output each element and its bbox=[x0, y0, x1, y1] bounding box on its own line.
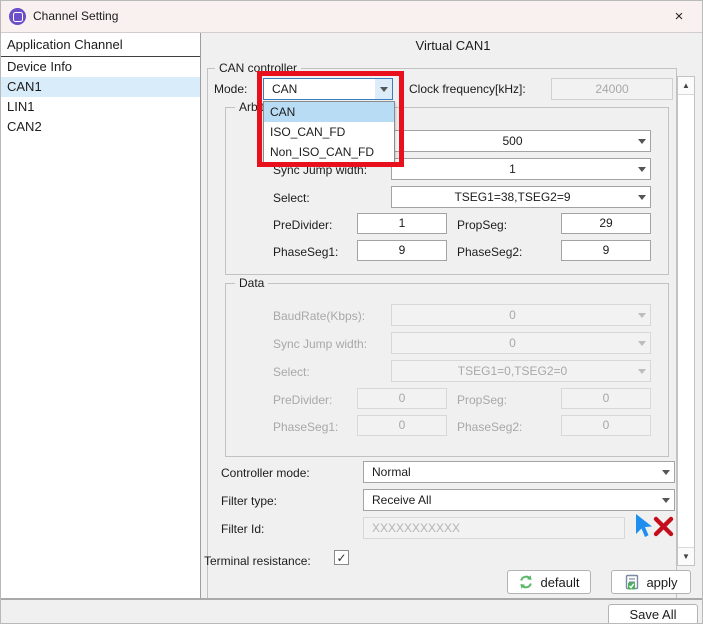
arb-select-combobox[interactable]: TSEG1=38,TSEG2=9 bbox=[391, 186, 651, 208]
app-icon-glyph bbox=[13, 12, 23, 22]
check-icon: ✓ bbox=[336, 551, 346, 565]
default-button[interactable]: default bbox=[507, 570, 591, 594]
panel-title: Virtual CAN1 bbox=[202, 38, 703, 53]
arb-propseg-input[interactable]: 29 bbox=[561, 213, 651, 234]
data-select-combobox: TSEG1=0,TSEG2=0 bbox=[391, 360, 651, 382]
controller-mode-label: Controller mode: bbox=[221, 466, 310, 480]
data-phaseseg1-label: PhaseSeg1: bbox=[273, 420, 338, 434]
arb-baudrate-value: 500 bbox=[392, 134, 633, 148]
data-phaseseg2-input: 0 bbox=[561, 415, 651, 436]
arb-select-label: Select: bbox=[273, 191, 310, 205]
scroll-up-icon[interactable]: ▲ bbox=[678, 77, 694, 95]
channel-sidebar: Application Channel Device Info CAN1 LIN… bbox=[1, 33, 201, 598]
arb-phaseseg1-label: PhaseSeg1: bbox=[273, 245, 338, 259]
mode-option-non-iso-can-fd[interactable]: Non_ISO_CAN_FD bbox=[264, 142, 394, 162]
delete-x-icon[interactable] bbox=[653, 516, 674, 537]
scroll-down-icon[interactable]: ▼ bbox=[678, 547, 694, 565]
filter-id-input[interactable] bbox=[363, 517, 625, 539]
sidebar-item-lin1[interactable]: LIN1 bbox=[1, 97, 200, 117]
footer-divider bbox=[1, 598, 702, 600]
arb-sync-label: Sync Jump width: bbox=[273, 163, 367, 177]
terminal-resistance-label: Terminal resistance: bbox=[204, 554, 311, 568]
cursor-pointer-icon[interactable] bbox=[631, 513, 653, 539]
data-baudrate-value: 0 bbox=[392, 308, 633, 322]
can-controller-group-title: CAN controller bbox=[215, 61, 301, 75]
data-select-label: Select: bbox=[273, 365, 310, 379]
chevron-down-icon[interactable] bbox=[633, 131, 650, 151]
window-title: Channel Setting bbox=[33, 9, 118, 23]
data-predivider-input: 0 bbox=[357, 388, 447, 409]
apply-form-icon bbox=[624, 574, 640, 590]
arb-predivider-label: PreDivider: bbox=[273, 218, 332, 232]
data-propseg-label: PropSeg: bbox=[457, 393, 507, 407]
data-phaseseg1-input: 0 bbox=[357, 415, 447, 436]
refresh-icon bbox=[518, 574, 534, 590]
chevron-down-icon[interactable] bbox=[375, 79, 392, 99]
sidebar-item-can1[interactable]: CAN1 bbox=[1, 77, 200, 97]
arb-select-value: TSEG1=38,TSEG2=9 bbox=[392, 190, 633, 204]
chevron-down-icon bbox=[633, 305, 650, 325]
mode-option-can[interactable]: CAN bbox=[264, 102, 394, 122]
vertical-scrollbar[interactable]: ▲ ▼ bbox=[677, 76, 695, 566]
clock-frequency-field: 24000 bbox=[551, 78, 673, 100]
filter-type-label: Filter type: bbox=[221, 494, 277, 508]
mode-option-iso-can-fd[interactable]: ISO_CAN_FD bbox=[264, 122, 394, 142]
data-sync-combobox: 0 bbox=[391, 332, 651, 354]
title-bar: Channel Setting × bbox=[1, 1, 702, 32]
mode-value: CAN bbox=[264, 82, 375, 96]
chevron-down-icon[interactable] bbox=[657, 462, 674, 482]
apply-button[interactable]: apply bbox=[611, 570, 691, 594]
sidebar-item-device-info[interactable]: Device Info bbox=[1, 57, 200, 77]
data-predivider-label: PreDivider: bbox=[273, 393, 332, 407]
mode-combobox[interactable]: CAN bbox=[263, 78, 393, 100]
data-phaseseg2-label: PhaseSeg2: bbox=[457, 420, 522, 434]
arb-predivider-input[interactable]: 1 bbox=[357, 213, 447, 234]
chevron-down-icon[interactable] bbox=[633, 187, 650, 207]
channel-setting-dialog: Channel Setting × Application Channel De… bbox=[0, 0, 703, 624]
apply-button-label: apply bbox=[646, 575, 677, 590]
arb-phaseseg2-input[interactable]: 9 bbox=[561, 240, 651, 261]
data-sync-value: 0 bbox=[392, 336, 633, 350]
data-select-value: TSEG1=0,TSEG2=0 bbox=[392, 364, 633, 378]
terminal-resistance-checkbox[interactable]: ✓ bbox=[334, 550, 349, 565]
arb-sync-value: 1 bbox=[392, 162, 633, 176]
clock-frequency-value: 24000 bbox=[552, 82, 672, 96]
controller-mode-combobox[interactable]: Normal bbox=[363, 461, 675, 483]
arb-phaseseg1-input[interactable]: 9 bbox=[357, 240, 447, 261]
clock-frequency-label: Clock frequency[kHz]: bbox=[409, 82, 526, 96]
close-icon[interactable]: × bbox=[656, 1, 702, 32]
sidebar-item-can2[interactable]: CAN2 bbox=[1, 117, 200, 137]
arb-phaseseg2-label: PhaseSeg2: bbox=[457, 245, 522, 259]
save-all-button-label: Save All bbox=[630, 607, 677, 622]
filter-id-label: Filter Id: bbox=[221, 522, 264, 536]
filter-type-combobox[interactable]: Receive All bbox=[363, 489, 675, 511]
data-baudrate-label: BaudRate(Kbps): bbox=[273, 309, 365, 323]
save-all-button[interactable]: Save All bbox=[608, 604, 698, 624]
arb-baudrate-combobox[interactable]: 500 bbox=[391, 130, 651, 152]
data-baudrate-combobox: 0 bbox=[391, 304, 651, 326]
app-icon bbox=[9, 8, 26, 25]
chevron-down-icon[interactable] bbox=[633, 159, 650, 179]
mode-dropdown-list: CAN ISO_CAN_FD Non_ISO_CAN_FD bbox=[263, 101, 395, 163]
data-propseg-input: 0 bbox=[561, 388, 651, 409]
sidebar-header: Application Channel bbox=[1, 33, 200, 57]
mode-label: Mode: bbox=[214, 82, 247, 96]
arb-sync-combobox[interactable]: 1 bbox=[391, 158, 651, 180]
default-button-label: default bbox=[540, 575, 579, 590]
arb-propseg-label: PropSeg: bbox=[457, 218, 507, 232]
filter-type-value: Receive All bbox=[364, 493, 657, 507]
data-group-title: Data bbox=[235, 276, 268, 290]
controller-mode-value: Normal bbox=[364, 465, 657, 479]
data-sync-label: Sync Jump width: bbox=[273, 337, 367, 351]
chevron-down-icon bbox=[633, 361, 650, 381]
chevron-down-icon bbox=[633, 333, 650, 353]
chevron-down-icon[interactable] bbox=[657, 490, 674, 510]
